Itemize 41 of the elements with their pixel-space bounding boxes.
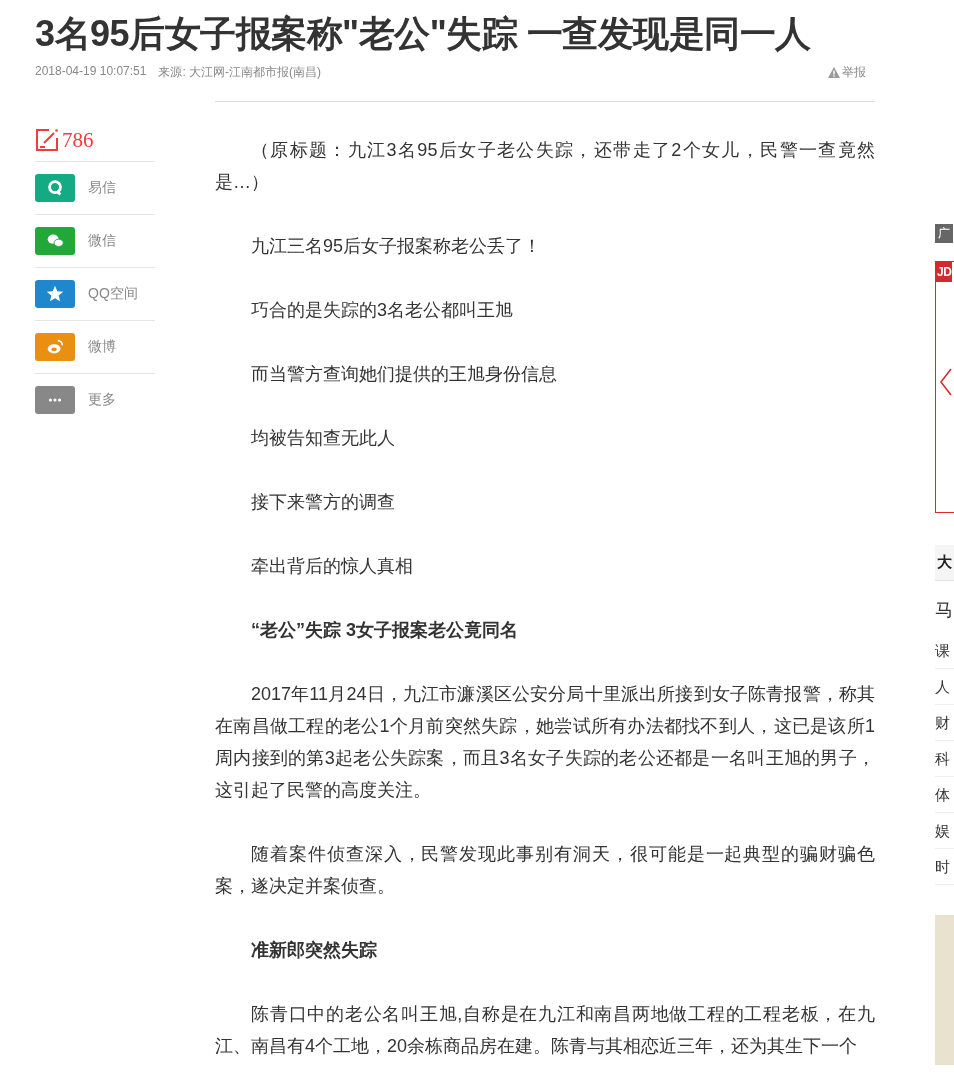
paragraph: 2017年11月24日，九江市濂溪区公安分局十里派出所接到女子陈青报警，称其在南昌做工程的老公1个月前突然失踪，她尝试所有办法都找不到人，这已是该所1周内接到的第3起老公失踪案，而且3名女子失踪的老公还都是一名叫王旭的男子，这引起了民警的高度关注。 (215, 683, 875, 802)
share-item[interactable]: QQ空间 (35, 268, 155, 321)
paragraph: 巧合的是失踪的3名老公都叫王旭 (250, 299, 514, 322)
paragraph: （原标题：九江3名95后女子老公失踪，还带走了2个女儿，民警一查竟然是…） (215, 139, 875, 194)
ad-badge: JD (936, 262, 953, 282)
paragraph: 均被告知查无此人 (250, 427, 396, 450)
eye-icon (35, 333, 75, 361)
ellipsis-icon (35, 386, 75, 414)
share-item[interactable]: 易信 (35, 162, 155, 215)
comment-count[interactable]: 786 (35, 121, 155, 162)
section-heading: “老公”失踪 3女子报案老公竟同名 (250, 619, 519, 642)
share-item[interactable]: 微信 (35, 215, 155, 268)
sidebar-link[interactable]: 时 (935, 849, 954, 885)
sidebar-link[interactable]: 体 (935, 777, 954, 813)
sidebar-link[interactable]: 娱 (935, 813, 954, 849)
source-text: 来源: 大江网-江南都市报(南昌) (158, 64, 322, 81)
paragraph: 而当警方查询她们提供的王旭身份信息 (250, 363, 558, 386)
sidebar-headline[interactable]: 马 (935, 595, 953, 633)
chat-bubbles-icon (35, 227, 75, 255)
share-item[interactable]: 微博 (35, 321, 155, 374)
publish-date: 2018-04-19 10:07:51 (35, 64, 147, 80)
chevron-left-icon[interactable] (940, 368, 952, 396)
warning-icon (828, 67, 840, 78)
edit-icon (35, 128, 59, 152)
paragraph: 接下来警方的调查 (250, 491, 396, 514)
article-title: 3名95后女子报案称"老公"失踪 一查发现是同一人 (35, 12, 812, 56)
chat-bubble-icon (35, 174, 75, 202)
paragraph: 九江三名95后女子报案称老公丢了！ (250, 235, 543, 258)
paragraph: 随着案件侦查深入，民警发现此事别有洞天，很可能是一起典型的骗财骗色案，遂决定并案侦查。 (215, 843, 875, 898)
ad-banner[interactable]: JD (935, 261, 954, 513)
sidebar-link[interactable]: 人 (935, 669, 954, 705)
paragraph: 牵出背后的惊人真相 (250, 555, 414, 578)
paragraph: 陈青口中的老公名叫王旭,自称是在九江和南昌两地做工程的工程老板，在九江、南昌有4个工地，20余栋商品房在建。陈青与其相恋近三年，还为其生下一个 (215, 1003, 875, 1058)
ad-label: 广 (935, 224, 953, 243)
sidebar-link[interactable]: 财 (935, 705, 954, 741)
section-heading: 准新郎突然失踪 (250, 939, 378, 962)
share-item[interactable]: 更多 (35, 374, 155, 426)
sidebar-link[interactable]: 课 (935, 633, 954, 669)
sidebar-tab[interactable]: 大 (935, 545, 954, 581)
sidebar-link[interactable]: 科 (935, 741, 954, 777)
report-link[interactable]: 举报 (828, 64, 866, 81)
